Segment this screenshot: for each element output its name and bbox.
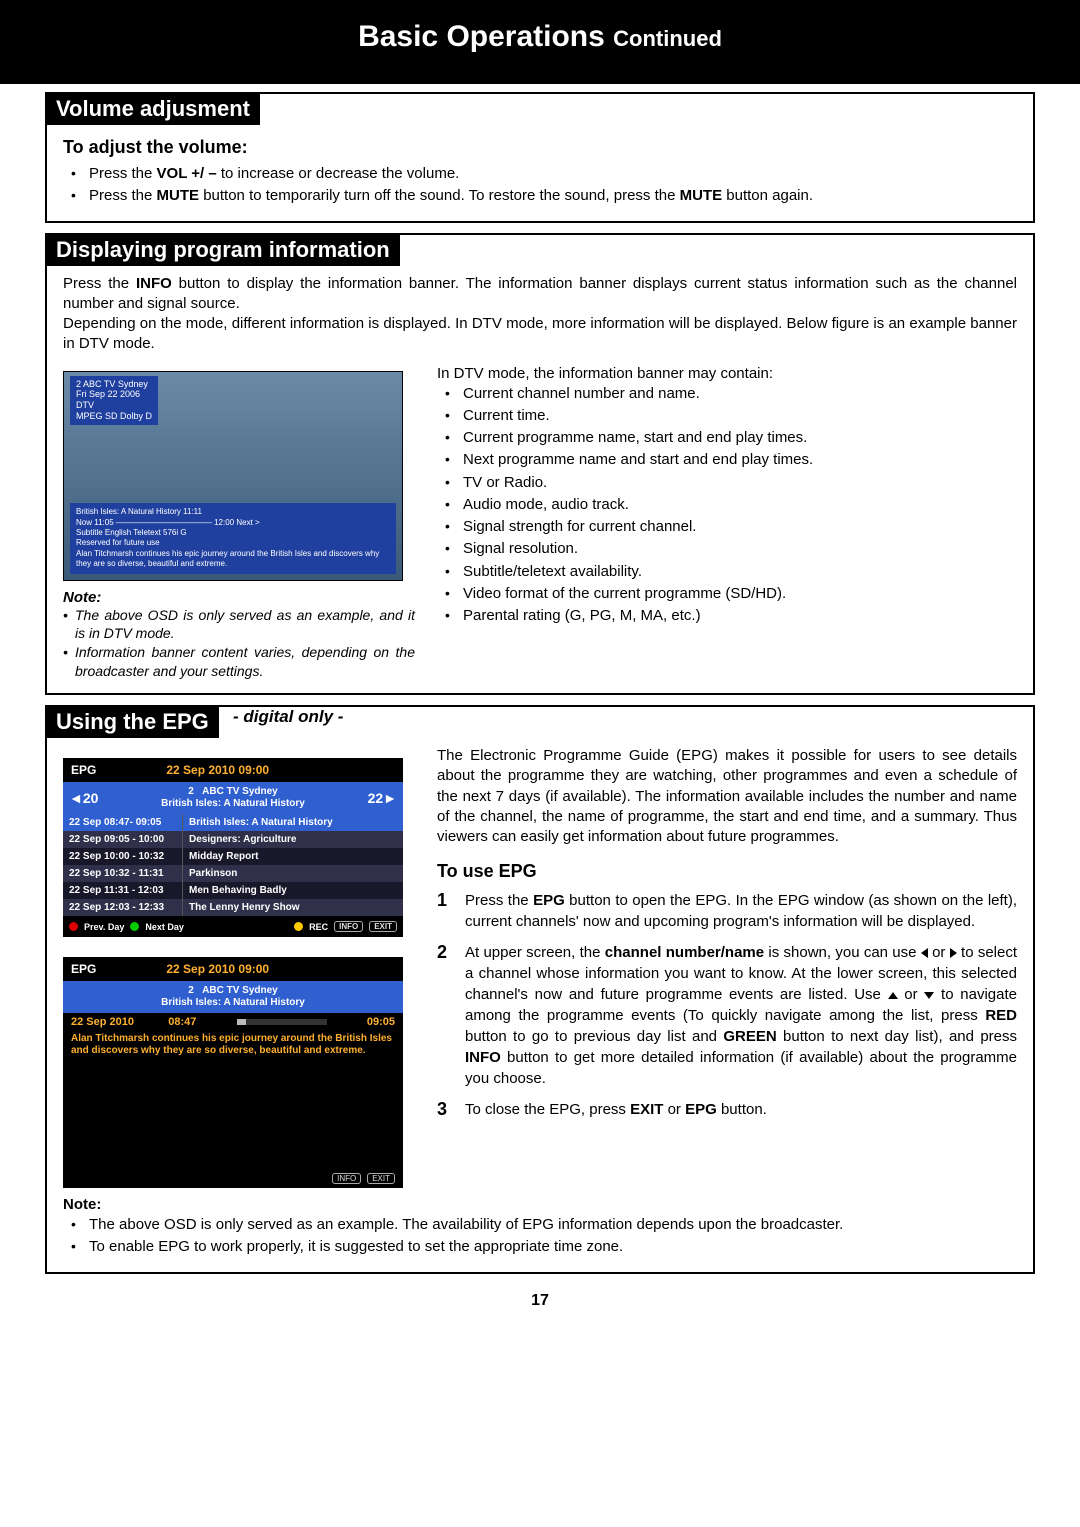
header-sub: Continued xyxy=(613,26,722,51)
epg-row[interactable]: 22 Sep 10:32 - 11:31Parkinson xyxy=(63,865,403,882)
epg-osd-detail: EPG 22 Sep 2010 09:00 2 ABC TV Sydney Br… xyxy=(63,957,403,1188)
epg-row[interactable]: 22 Sep 08:47- 09:05British Isles: A Natu… xyxy=(63,814,403,831)
red-dot-icon xyxy=(69,922,78,931)
info-note-label: Note: xyxy=(63,589,415,606)
info-item: Parental rating (G, PG, M, MA, etc.) xyxy=(445,606,1017,626)
epg-note-label: Note: xyxy=(63,1196,1017,1213)
info-button[interactable]: INFO xyxy=(332,1173,361,1184)
tv-top-banner: 2 ABC TV Sydney Fri Sep 22 2006 DTV MPEG… xyxy=(70,376,158,425)
epg-ch-left: 20 xyxy=(83,790,99,806)
epg-step-1: 1 Press the EPG button to open the EPG. … xyxy=(437,890,1017,932)
info-item: Signal resolution. xyxy=(445,539,1017,559)
epg-note-item: To enable EPG to work properly, it is su… xyxy=(71,1237,1017,1257)
info-item: Video format of the current programme (S… xyxy=(445,584,1017,604)
epg-digital-label: - digital only - xyxy=(233,707,344,726)
info-item: Audio mode, audio track. xyxy=(445,495,1017,515)
epg-row[interactable]: 22 Sep 10:00 - 10:32Midday Report xyxy=(63,848,403,865)
info-item: Signal strength for current channel. xyxy=(445,517,1017,537)
info-p2: Depending on the mode, different informa… xyxy=(63,314,1017,355)
epg-channel-bar: ◄ 20 2 ABC TV Sydney British Isles: A Na… xyxy=(63,782,403,814)
info-item: Next programme name and start and end pl… xyxy=(445,450,1017,470)
epg2-date: 22 Sep 2010 09:00 xyxy=(166,962,269,976)
page-header: Basic Operations Continued xyxy=(0,0,1080,84)
section-program-info: Displaying program information Press the… xyxy=(45,233,1035,696)
epg-intro: The Electronic Programme Guide (EPG) mak… xyxy=(437,746,1017,847)
epg2-description: Alan Titchmarsh continues his epic journ… xyxy=(63,1031,403,1059)
section-volume: Volume adjusment To adjust the volume: P… xyxy=(45,92,1035,223)
exit-button[interactable]: EXIT xyxy=(369,921,397,932)
epg-footer: Prev. Day Next Day REC INFO EXIT xyxy=(63,916,403,937)
page-number: 17 xyxy=(0,1292,1080,1310)
volume-item-1: Press the VOL +/ – to increase or decrea… xyxy=(71,164,1017,184)
info-button[interactable]: INFO xyxy=(334,921,363,932)
section-epg: Using the EPG - digital only - EPG 22 Se… xyxy=(45,705,1035,1274)
green-dot-icon xyxy=(130,922,139,931)
info-list-intro: In DTV mode, the information banner may … xyxy=(437,365,1017,382)
epg-step-2: 2 At upper screen, the channel number/na… xyxy=(437,942,1017,1089)
info-p1: Press the INFO button to display the inf… xyxy=(63,274,1017,315)
down-arrow-icon xyxy=(924,992,934,999)
up-arrow-icon xyxy=(888,992,898,999)
epg2-progress: 22 Sep 2010 08:47 09:05 xyxy=(63,1013,403,1031)
info-item: Current time. xyxy=(445,406,1017,426)
right-arrow-icon xyxy=(950,948,957,958)
epg-date: 22 Sep 2010 09:00 xyxy=(166,763,269,777)
epg-notes: The above OSD is only served as an examp… xyxy=(63,1215,1017,1258)
volume-item-2: Press the MUTE button to temporarily tur… xyxy=(71,186,1017,206)
volume-list: Press the VOL +/ – to increase or decrea… xyxy=(63,164,1017,207)
volume-subtitle: To adjust the volume: xyxy=(63,137,1017,158)
epg-programme-list: 22 Sep 08:47- 09:05British Isles: A Natu… xyxy=(63,814,403,916)
progress-bar-icon xyxy=(237,1019,327,1025)
epg-label: EPG xyxy=(71,763,96,777)
left-arrow-icon xyxy=(921,948,928,958)
info-item: Current channel number and name. xyxy=(445,384,1017,404)
header-main: Basic Operations xyxy=(358,20,613,53)
yellow-dot-icon xyxy=(294,922,303,931)
tv-info-banner-screenshot: 2 ABC TV Sydney Fri Sep 22 2006 DTV MPEG… xyxy=(63,371,403,581)
epg-note-item: The above OSD is only served as an examp… xyxy=(71,1215,1017,1235)
epg-to-use: To use EPG xyxy=(437,861,1017,882)
exit-button[interactable]: EXIT xyxy=(367,1173,395,1184)
epg-row[interactable]: 22 Sep 12:03 - 12:33The Lenny Henry Show xyxy=(63,899,403,916)
info-item: Current programme name, start and end pl… xyxy=(445,428,1017,448)
info-note-body: The above OSD is only served as an examp… xyxy=(63,606,415,682)
epg-step-3: 3 To close the EPG, press EXIT or EPG bu… xyxy=(437,1099,1017,1120)
info-item: Subtitle/teletext availability. xyxy=(445,562,1017,582)
epg2-channel-bar: 2 ABC TV Sydney British Isles: A Natural… xyxy=(63,981,403,1013)
info-list: Current channel number and name. Current… xyxy=(437,384,1017,627)
epg-row[interactable]: 22 Sep 09:05 - 10:00Designers: Agricultu… xyxy=(63,831,403,848)
epg-title: Using the EPG xyxy=(46,706,219,738)
volume-title: Volume adjusment xyxy=(46,93,260,125)
epg-osd-list: EPG 22 Sep 2010 09:00 ◄ 20 2 ABC TV Sydn… xyxy=(63,758,403,937)
epg2-label: EPG xyxy=(71,962,96,976)
chevron-right-icon[interactable]: ► xyxy=(383,790,397,806)
info-title: Displaying program information xyxy=(46,234,400,266)
tv-bottom-banner: British Isles: A Natural History 11:11 N… xyxy=(70,503,396,573)
info-item: TV or Radio. xyxy=(445,473,1017,493)
epg-row[interactable]: 22 Sep 11:31 - 12:03Men Behaving Badly xyxy=(63,882,403,899)
epg-ch-right: 22 xyxy=(368,790,384,806)
chevron-left-icon[interactable]: ◄ xyxy=(69,790,83,806)
